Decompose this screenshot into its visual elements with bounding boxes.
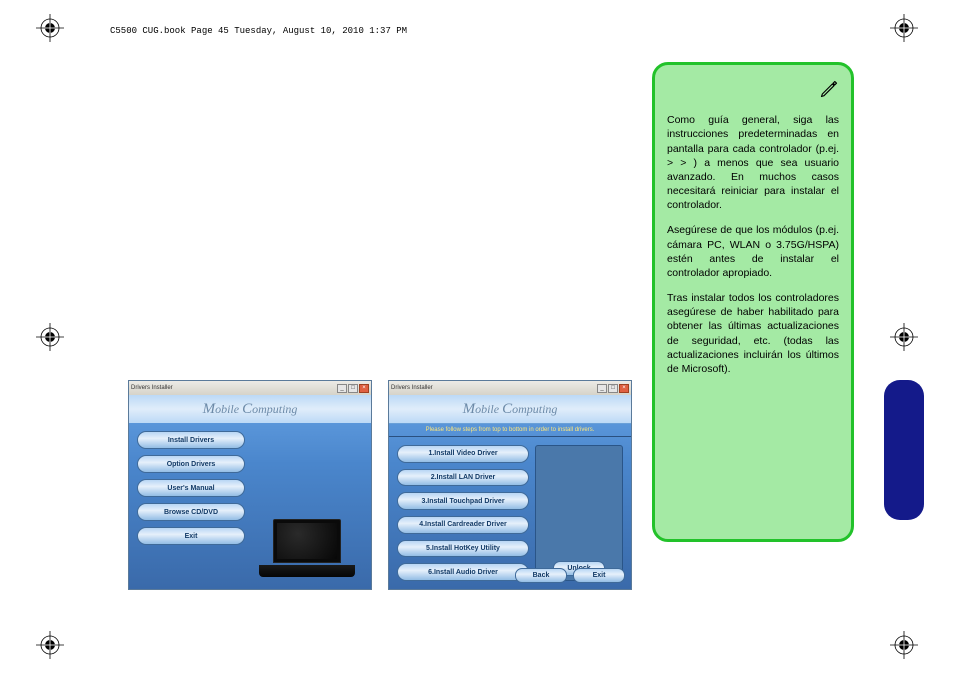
install-touchpad-driver-button[interactable]: 3.Install Touchpad Driver [397, 492, 529, 510]
install-audio-driver-button[interactable]: 6.Install Audio Driver [397, 563, 529, 581]
body-area: Install Drivers Option Drivers User's Ma… [129, 423, 371, 589]
crop-mark-icon [36, 631, 64, 659]
window-title: Drivers Installer [391, 385, 433, 391]
install-cardreader-driver-button[interactable]: 4.Install Cardreader Driver [397, 516, 529, 534]
laptop-icon [259, 519, 355, 577]
crop-mark-icon [890, 14, 918, 42]
note-paragraph: Tras instalar todos los controladores as… [667, 291, 839, 376]
pencil-icon [667, 79, 839, 103]
screenshots-row: Drivers Installer _ □ × Mobile Computing… [128, 380, 632, 590]
drivers-installer-main: Drivers Installer _ □ × Mobile Computing… [128, 380, 372, 590]
window-buttons: _ □ × [597, 384, 629, 393]
minimize-icon[interactable]: _ [597, 384, 607, 393]
brand-text: Mobile Computing [463, 401, 558, 418]
brand-band: Mobile Computing [389, 395, 631, 423]
window-buttons: _ □ × [337, 384, 369, 393]
brand-text: Mobile Computing [203, 401, 298, 418]
maximize-icon[interactable]: □ [608, 384, 618, 393]
crop-mark-icon [36, 323, 64, 351]
exit-button[interactable]: Exit [573, 568, 625, 583]
driver-list: 1.Install Video Driver 2.Install LAN Dri… [397, 445, 529, 581]
crop-mark-icon [36, 14, 64, 42]
exit-button[interactable]: Exit [137, 527, 245, 545]
note-box: Como guía general, siga las instruccione… [652, 62, 854, 542]
install-hotkey-utility-button[interactable]: 5.Install HotKey Utility [397, 540, 529, 558]
page-header: C5500 CUG.book Page 45 Tuesday, August 1… [110, 26, 407, 36]
window-title: Drivers Installer [131, 385, 173, 391]
install-drivers-button[interactable]: Install Drivers [137, 431, 245, 449]
close-icon[interactable]: × [359, 384, 369, 393]
note-paragraph: Asegúrese de que los módulos (p.ej. cáma… [667, 223, 839, 280]
menu-buttons: Install Drivers Option Drivers User's Ma… [137, 431, 245, 581]
crop-mark-icon [890, 323, 918, 351]
crop-mark-icon [890, 631, 918, 659]
body-area: 1.Install Video Driver 2.Install LAN Dri… [389, 437, 631, 589]
install-lan-driver-button[interactable]: 2.Install LAN Driver [397, 469, 529, 487]
minimize-icon[interactable]: _ [337, 384, 347, 393]
preview-pane [251, 431, 363, 581]
install-video-driver-button[interactable]: 1.Install Video Driver [397, 445, 529, 463]
side-tab [884, 380, 924, 520]
back-button[interactable]: Back [515, 568, 567, 583]
brand-band: Mobile Computing [129, 395, 371, 423]
maximize-icon[interactable]: □ [348, 384, 358, 393]
drivers-installer-list: Drivers Installer _ □ × Mobile Computing… [388, 380, 632, 590]
users-manual-button[interactable]: User's Manual [137, 479, 245, 497]
option-drivers-button[interactable]: Option Drivers [137, 455, 245, 473]
window-titlebar: Drivers Installer _ □ × [129, 381, 371, 395]
window-titlebar: Drivers Installer _ □ × [389, 381, 631, 395]
nav-buttons: Back Exit [515, 568, 625, 583]
browse-cd-dvd-button[interactable]: Browse CD/DVD [137, 503, 245, 521]
detail-pane: Unlock [535, 445, 623, 581]
instruction-text: Please follow steps from top to bottom i… [389, 423, 631, 437]
note-paragraph: Como guía general, siga las instruccione… [667, 113, 839, 212]
close-icon[interactable]: × [619, 384, 629, 393]
